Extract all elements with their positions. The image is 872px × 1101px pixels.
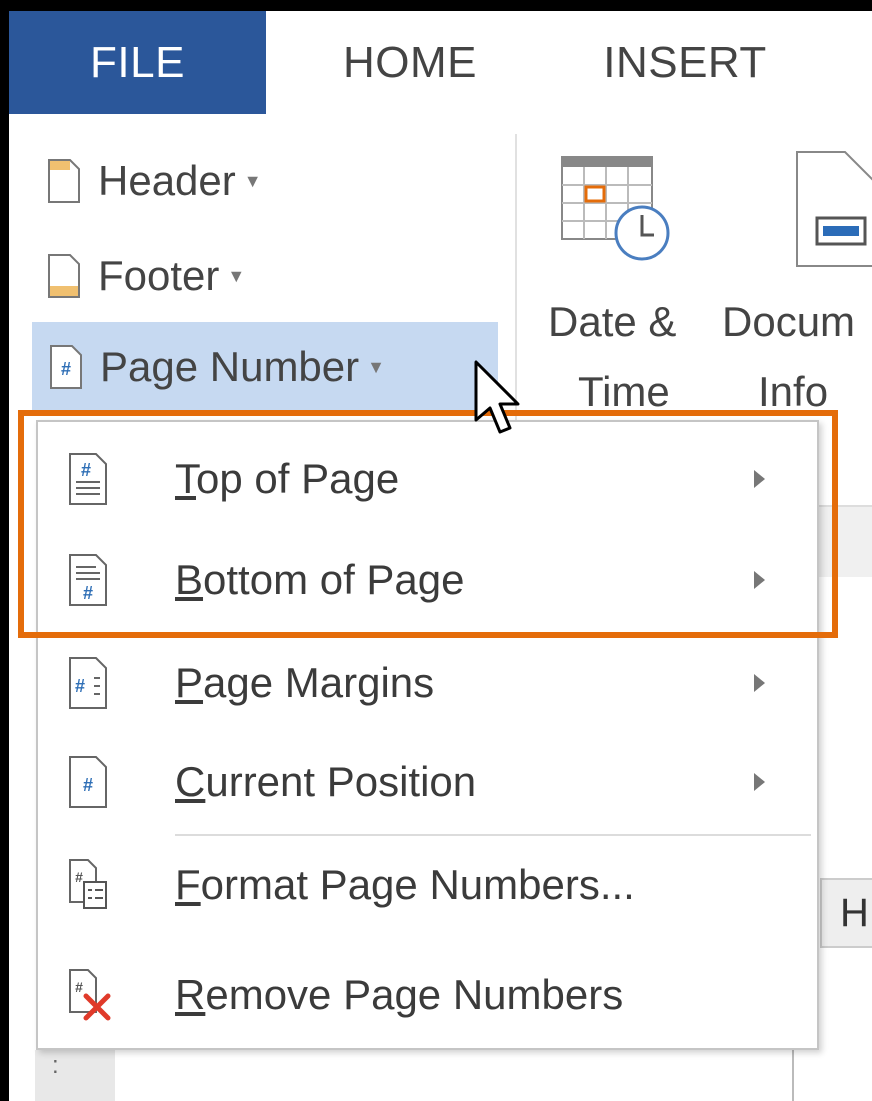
svg-text:#: #	[83, 775, 93, 795]
menu-item-label: Format Page Numbers...	[175, 861, 635, 909]
background-button-fragment: H	[820, 878, 872, 948]
page-number-icon: #	[50, 345, 82, 389]
menu-item-page-margins[interactable]: # Page Margins	[38, 638, 818, 728]
window-frame-top	[0, 0, 872, 11]
submenu-arrow-icon	[754, 674, 765, 692]
highlight-box	[18, 410, 838, 638]
page-number-current-icon: #	[68, 755, 108, 809]
menu-item-access-key: P	[175, 659, 204, 706]
menu-item-format-page-numbers[interactable]: # Format Page Numbers...	[38, 840, 818, 930]
header-dropdown-caret-icon: ▼	[243, 170, 262, 191]
background-dots: :	[52, 1052, 59, 1079]
footer-label: Footer	[98, 252, 220, 299]
header-button[interactable]: Header ▼	[48, 150, 262, 212]
menu-item-label-rest: urrent Position	[205, 758, 477, 805]
document-info-label-line2: Info	[758, 368, 829, 415]
mouse-pointer-icon	[470, 358, 530, 448]
background-divider	[792, 1048, 794, 1101]
menu-item-label-rest: age Margins	[203, 659, 435, 706]
menu-item-current-position[interactable]: # Current Position	[38, 737, 818, 827]
date-time-icon[interactable]	[560, 155, 674, 265]
page-number-button[interactable]: # Page Number ▼	[32, 322, 498, 412]
menu-item-label: Current Position	[175, 758, 476, 806]
submenu-arrow-icon	[754, 773, 765, 791]
date-time-label-line2: Time	[578, 368, 670, 415]
page-number-label: Page Number	[100, 343, 360, 390]
tab-insert[interactable]: INSERT	[580, 11, 790, 114]
svg-text:#: #	[75, 676, 85, 696]
svg-text:#: #	[75, 979, 83, 995]
header-label: Header	[98, 157, 236, 204]
footer-icon	[48, 254, 80, 298]
document-info-label-line1: Docum	[722, 298, 856, 345]
date-time-label-line1: Date &	[548, 298, 677, 345]
page-number-margins-icon: #	[68, 656, 108, 710]
menu-item-access-key: C	[175, 758, 206, 805]
page-number-dropdown-caret-icon: ▼	[367, 356, 385, 377]
menu-item-label-rest: emove Page Numbers	[205, 971, 624, 1018]
svg-text:#: #	[61, 359, 71, 379]
menu-item-label: Page Margins	[175, 659, 434, 707]
tab-file[interactable]: FILE	[9, 11, 266, 114]
menu-item-access-key: F	[175, 861, 201, 908]
menu-separator	[175, 834, 811, 836]
footer-button[interactable]: Footer ▼	[48, 245, 245, 307]
menu-item-label-rest: ormat Page Numbers...	[200, 861, 635, 908]
menu-item-access-key: R	[175, 971, 206, 1018]
header-icon	[48, 159, 80, 203]
svg-text:#: #	[75, 869, 83, 885]
background-gutter	[35, 1050, 115, 1101]
menu-item-label: Remove Page Numbers	[175, 971, 623, 1019]
footer-dropdown-caret-icon: ▼	[227, 265, 246, 286]
format-page-numbers-icon: #	[68, 858, 108, 912]
remove-page-numbers-icon: #	[68, 968, 111, 1022]
menu-item-remove-page-numbers[interactable]: # Remove Page Numbers	[38, 950, 818, 1040]
window-frame-left	[0, 0, 9, 1101]
tab-home[interactable]: HOME	[310, 11, 510, 114]
document-info-icon[interactable]	[795, 150, 872, 268]
